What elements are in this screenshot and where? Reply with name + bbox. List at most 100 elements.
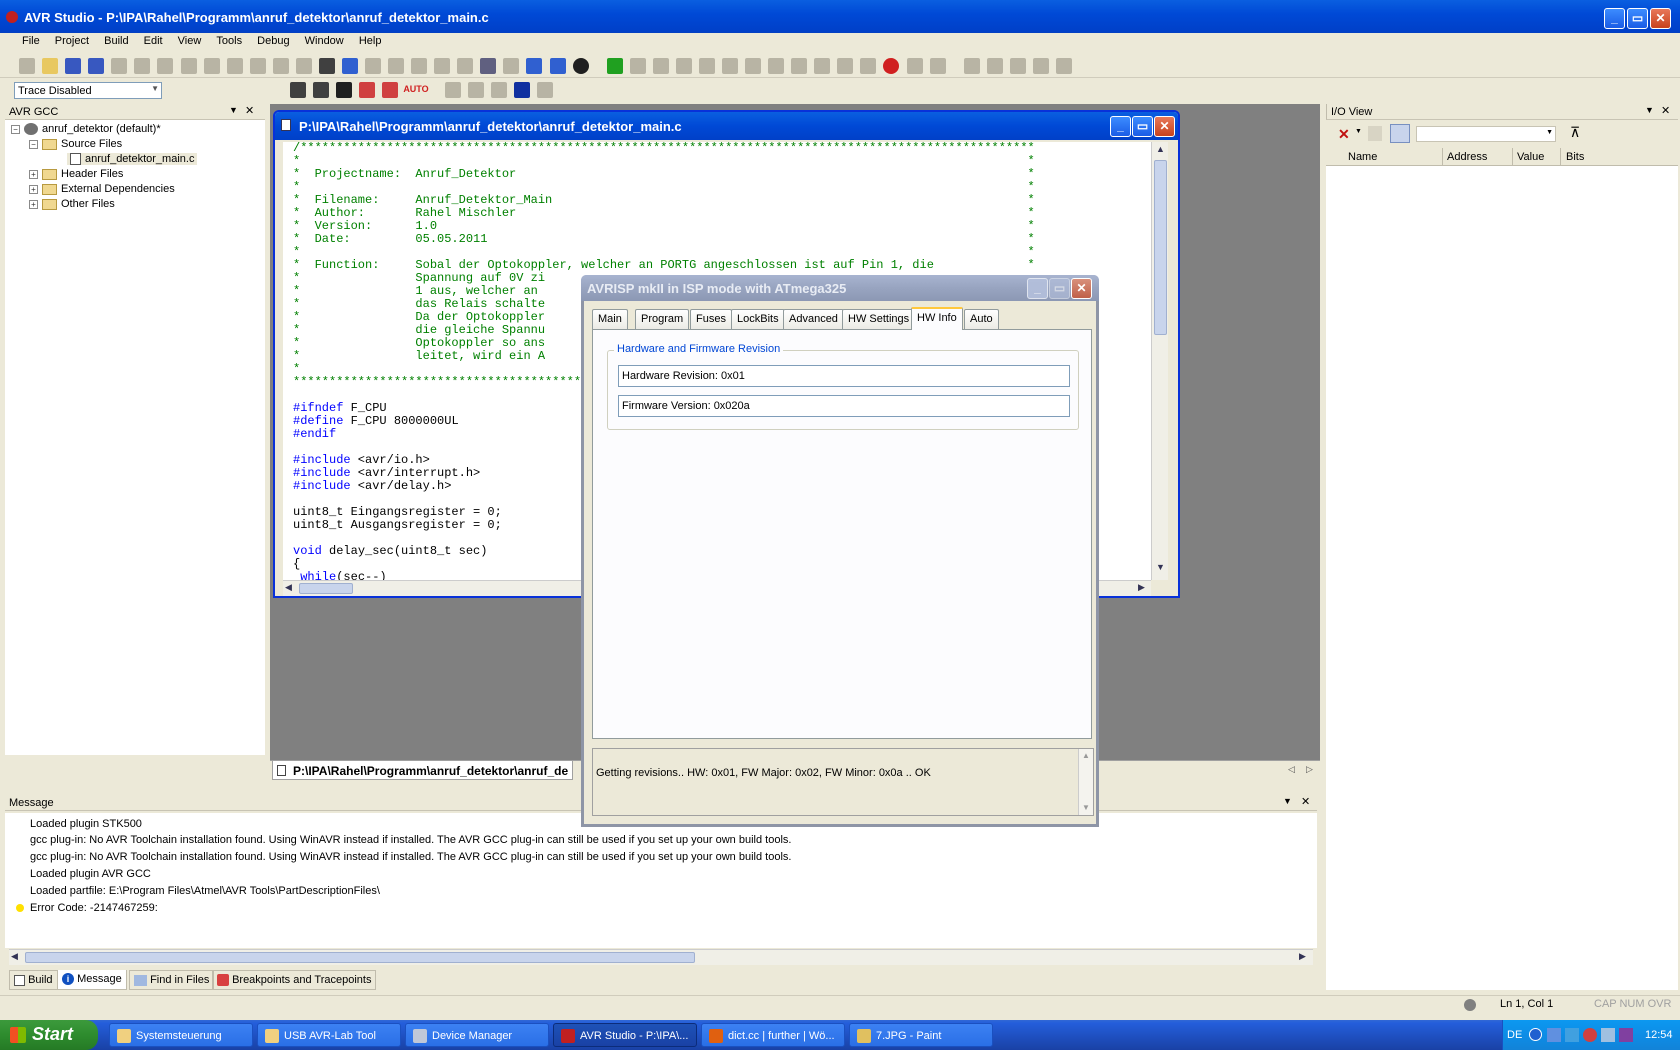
memory-icon[interactable] xyxy=(963,58,980,74)
quickwatch-icon[interactable] xyxy=(837,58,854,74)
restore-button[interactable]: ▭ xyxy=(1627,8,1648,29)
settings-icon[interactable] xyxy=(537,82,554,98)
menu-edit[interactable]: Edit xyxy=(138,33,169,47)
column-address[interactable]: Address xyxy=(1447,151,1487,163)
scroll-left-icon[interactable]: ◀ xyxy=(285,582,292,593)
scroll-right-icon[interactable]: ▶ xyxy=(1299,951,1306,962)
avr-icon[interactable] xyxy=(313,82,330,98)
cut-icon[interactable] xyxy=(134,58,151,74)
save-all-icon[interactable] xyxy=(88,58,105,74)
minimize-button[interactable]: _ xyxy=(1604,8,1625,29)
network-icon[interactable] xyxy=(1565,1028,1579,1042)
step-out-icon[interactable] xyxy=(791,58,808,74)
menu-window[interactable]: Window xyxy=(299,33,350,47)
scroll-down-icon[interactable]: ▼ xyxy=(1154,562,1167,576)
step-over-icon[interactable] xyxy=(768,58,785,74)
new-file-icon[interactable] xyxy=(19,58,36,74)
print-icon[interactable] xyxy=(203,58,220,74)
collapse-icon[interactable]: − xyxy=(11,124,20,134)
disassembler-icon[interactable] xyxy=(1055,58,1072,74)
redo-icon[interactable] xyxy=(226,58,243,74)
expand-icon[interactable]: + xyxy=(29,199,38,209)
con-icon[interactable] xyxy=(290,82,306,98)
menu-debug[interactable]: Debug xyxy=(251,33,295,47)
build-icon[interactable] xyxy=(480,58,497,74)
delete-icon[interactable] xyxy=(513,82,530,98)
status-scrollbar[interactable]: ▲ ▼ xyxy=(1078,749,1093,815)
bookmark-clear-icon[interactable] xyxy=(411,58,428,74)
menu-file[interactable]: File xyxy=(16,33,46,47)
tab-auto[interactable]: Auto xyxy=(964,309,999,329)
editor-close-button[interactable]: ✕ xyxy=(1154,116,1175,137)
dialog-titlebar[interactable]: AVRISP mkII in ISP mode with ATmega325 _… xyxy=(581,275,1099,301)
tab-breakpoints[interactable]: Breakpoints and Tracepoints xyxy=(212,970,377,990)
chevron-down-icon[interactable]: ▼ xyxy=(1355,128,1362,135)
tab-find-in-files[interactable]: Find in Files xyxy=(129,970,215,990)
taskbar-button[interactable]: dict.cc | further | Wö... xyxy=(701,1023,845,1047)
tab-lockbits[interactable]: LockBits xyxy=(731,309,785,329)
taskbar-button[interactable]: USB AVR-Lab Tool xyxy=(257,1023,401,1047)
open-folder-icon[interactable] xyxy=(42,58,59,74)
tab-message[interactable]: i Message xyxy=(57,970,127,990)
plugin-icon[interactable] xyxy=(490,82,507,98)
save-icon[interactable] xyxy=(65,58,82,74)
redo2-icon[interactable] xyxy=(249,58,266,74)
bookmark-icon[interactable] xyxy=(341,58,358,74)
tab-fuses[interactable]: Fuses xyxy=(690,309,732,329)
binoculars-icon[interactable] xyxy=(318,58,335,74)
find-icon[interactable] xyxy=(295,58,312,74)
clock[interactable]: 12:54 xyxy=(1645,1029,1673,1041)
tab-advanced[interactable]: Advanced xyxy=(783,309,844,329)
expand-icon[interactable]: + xyxy=(29,169,38,179)
tab-program[interactable]: Program xyxy=(635,309,690,329)
tree-item-external-deps[interactable]: + External Dependencies xyxy=(29,183,175,195)
menu-view[interactable]: View xyxy=(172,33,208,47)
tab-scroll-left-icon[interactable]: ◁ xyxy=(1288,764,1295,775)
language-indicator[interactable]: DE xyxy=(1507,1029,1522,1041)
scroll-left-icon[interactable]: ◀ xyxy=(11,951,18,962)
compile-icon[interactable] xyxy=(503,58,520,74)
tab-hw-info[interactable]: HW Info xyxy=(911,307,963,330)
taskbar-button[interactable]: 7.JPG - Paint xyxy=(849,1023,993,1047)
editor-minimize-button[interactable]: _ xyxy=(1110,116,1131,137)
safely-remove-icon[interactable] xyxy=(1601,1028,1615,1042)
windows-icon[interactable] xyxy=(272,58,289,74)
auto-label[interactable]: AUTO xyxy=(403,84,428,94)
antivirus-icon[interactable] xyxy=(1583,1028,1597,1042)
stop-icon[interactable] xyxy=(629,58,646,74)
download-icon[interactable] xyxy=(1390,124,1410,143)
panel-menu-icon[interactable]: ▼ xyxy=(1283,796,1292,806)
pause-icon[interactable] xyxy=(675,58,692,74)
chip-program-icon[interactable] xyxy=(336,82,353,98)
tab-hw-settings[interactable]: HW Settings xyxy=(842,309,916,329)
scroll-up-icon[interactable]: ▲ xyxy=(1082,751,1090,760)
panel-close-icon[interactable]: ✕ xyxy=(1661,104,1670,117)
collapse-all-icon[interactable]: ⊼ xyxy=(1570,124,1580,141)
bookmark-next-icon[interactable] xyxy=(365,58,381,74)
undo-icon[interactable] xyxy=(111,58,128,74)
io-view-icon[interactable] xyxy=(1032,58,1049,74)
taskbar-button[interactable]: Device Manager xyxy=(405,1023,549,1047)
run-icon[interactable] xyxy=(606,58,623,74)
editor-vertical-scrollbar[interactable]: ▲ ▼ xyxy=(1151,142,1168,580)
tree-item-other-files[interactable]: + Other Files xyxy=(29,198,115,210)
memory-window-icon[interactable] xyxy=(444,82,461,98)
message-horizontal-scrollbar[interactable]: ◀ ▶ xyxy=(9,949,1313,965)
close-button[interactable]: ✕ xyxy=(1650,8,1671,29)
main-titlebar[interactable]: AVR Studio - P:\IPA\Rahel\Programm\anruf… xyxy=(0,0,1680,35)
volume-icon[interactable] xyxy=(1547,1028,1561,1042)
tab-main[interactable]: Main xyxy=(592,309,628,329)
menu-project[interactable]: Project xyxy=(49,33,95,47)
run-to-cursor-icon[interactable] xyxy=(814,58,831,74)
panel-menu-icon[interactable]: ▼ xyxy=(1645,105,1654,115)
bookmark-prev-icon[interactable] xyxy=(388,58,405,74)
scroll-thumb[interactable] xyxy=(1154,160,1167,335)
column-bits[interactable]: Bits xyxy=(1566,151,1584,163)
panel-close-icon[interactable]: ✕ xyxy=(245,104,254,117)
paste-icon[interactable] xyxy=(180,58,197,74)
tab-scroll-right-icon[interactable]: ▷ xyxy=(1306,764,1313,775)
trace-icon[interactable] xyxy=(929,58,946,74)
tree-item-header-files[interactable]: + Header Files xyxy=(29,168,123,180)
copy-icon[interactable] xyxy=(157,58,174,74)
menu-build[interactable]: Build xyxy=(98,33,134,47)
